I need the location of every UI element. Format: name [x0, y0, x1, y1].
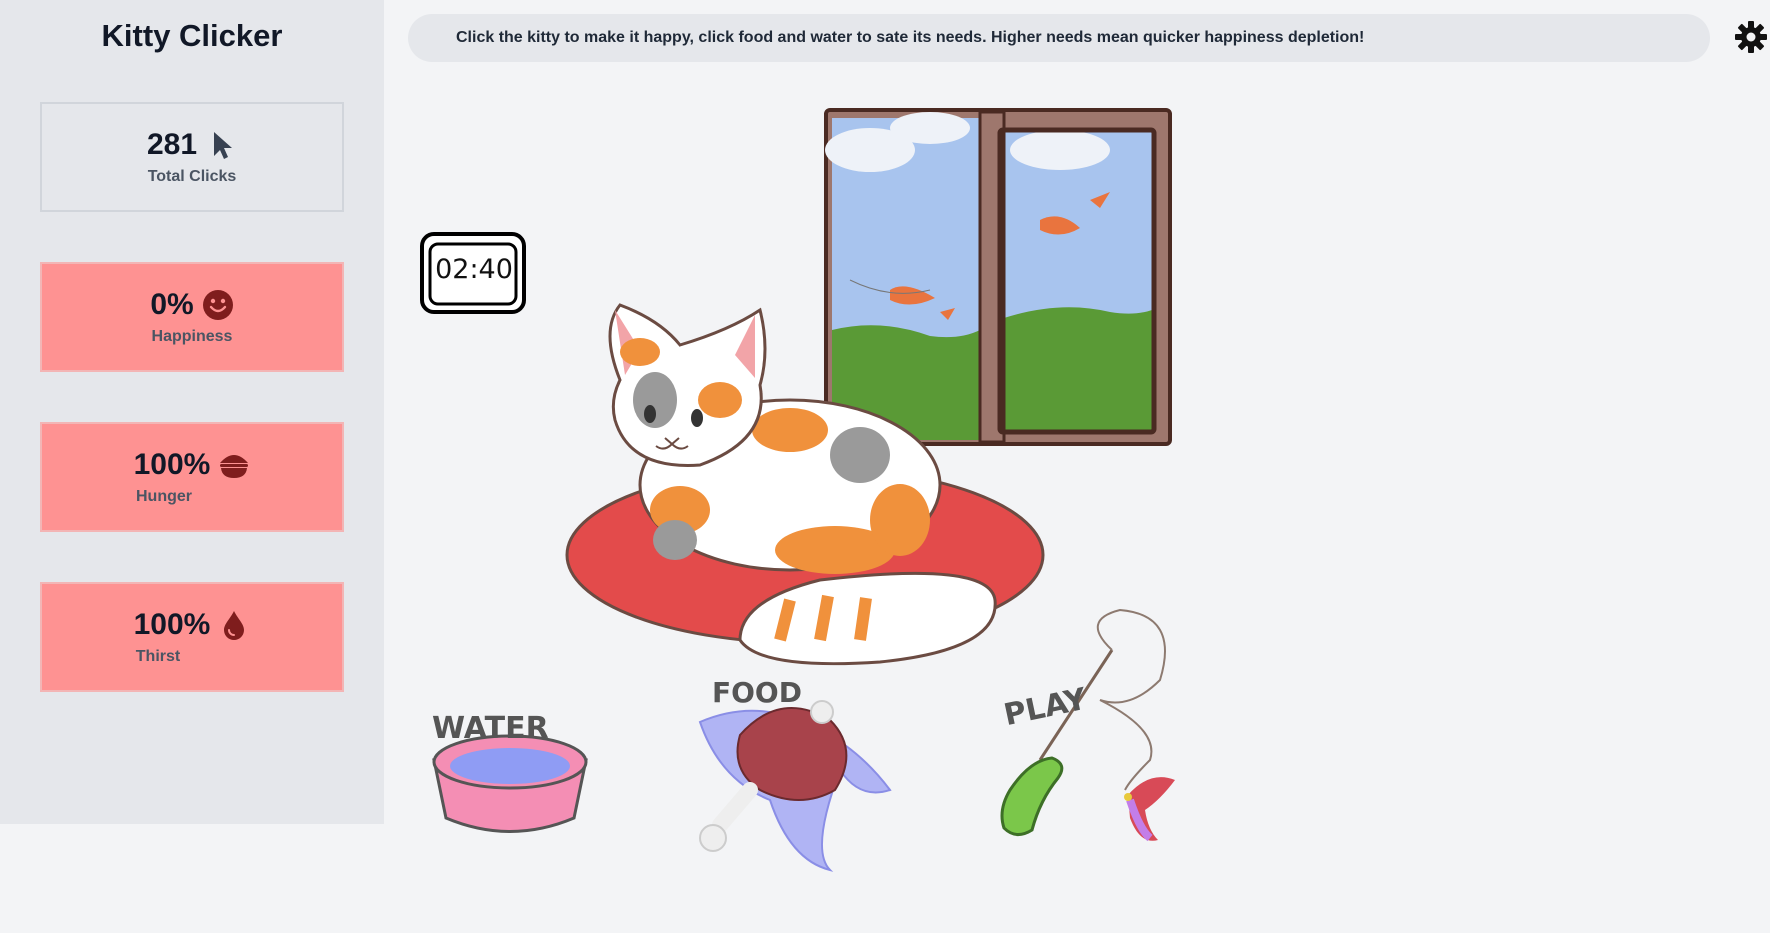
thirst-value: 100%	[133, 608, 211, 641]
instruction-text: Click the kitty to make it happy, click …	[456, 29, 1365, 46]
happiness-value: 0%	[150, 288, 194, 321]
total-clicks-label: Total Clicks	[147, 168, 237, 185]
hunger-card: 100% Hunger	[40, 422, 344, 532]
play-toy-button[interactable]	[990, 610, 1190, 850]
gear-icon	[1735, 21, 1767, 53]
hunger-label: Hunger	[136, 488, 192, 505]
app-title: Kitty Clicker	[101, 18, 283, 53]
water-drop-icon	[218, 609, 250, 641]
food-button[interactable]	[690, 670, 900, 870]
clock: 02:40	[420, 232, 526, 314]
happiness-label: Happiness	[151, 328, 233, 345]
smiley-icon	[202, 289, 234, 321]
settings-button[interactable]	[1734, 20, 1768, 54]
thirst-label: Thirst	[135, 648, 181, 665]
kitty-click-target[interactable]	[600, 300, 1020, 660]
water-bowl-button[interactable]	[426, 690, 596, 850]
happiness-card: 0% Happiness	[40, 262, 344, 372]
instruction-banner: Click the kitty to make it happy, click …	[408, 14, 1710, 62]
cursor-icon	[205, 129, 237, 161]
total-clicks-card: 281 Total Clicks	[40, 102, 344, 212]
hunger-value: 100%	[133, 448, 211, 481]
food-bowl-icon	[218, 449, 250, 481]
sidebar: Kitty Clicker 281 Total Clicks 0% Happin…	[0, 0, 384, 824]
thirst-card: 100% Thirst	[40, 582, 344, 692]
total-clicks-value: 281	[146, 128, 198, 161]
clock-time: 02:40	[435, 254, 513, 285]
